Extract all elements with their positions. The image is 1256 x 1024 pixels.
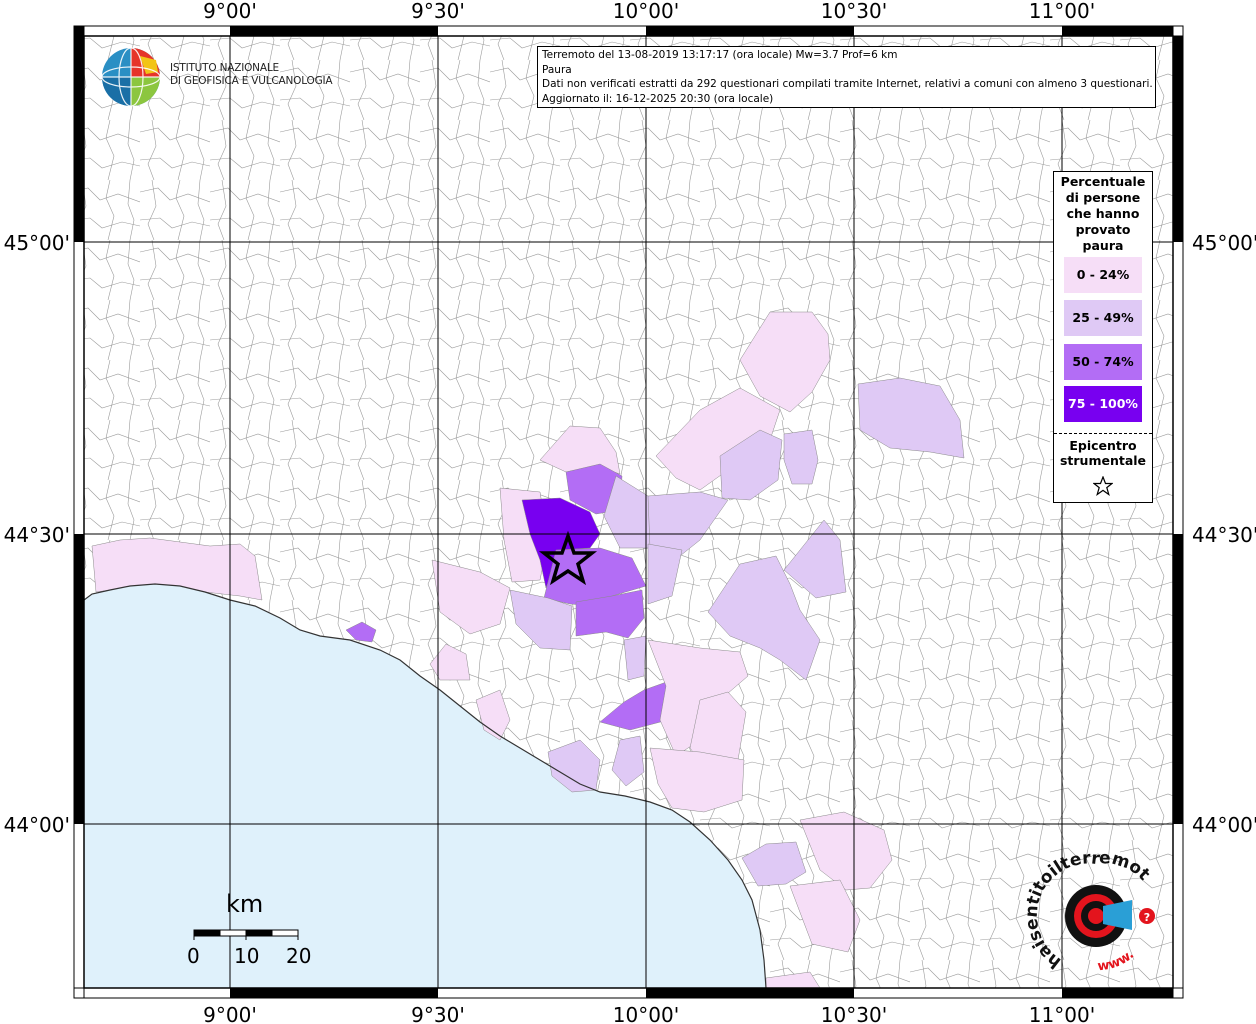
x-tick-label: 9°30' [411, 0, 465, 23]
legend-title: Percentuale di persone che hanno provato… [1054, 174, 1152, 254]
intensity-map: 9°00' 9°30' 10°00' 10°30' 11°00' 9°00' 9… [0, 0, 1256, 1024]
legend-title-line: provato [1075, 222, 1131, 237]
x-tick-label: 9°30' [411, 1003, 465, 1024]
y-tick-labels-left: 45°00' 44°30' 44°00' [4, 231, 70, 837]
y-tick-labels-right: 45°00' 44°30' 44°00' [1192, 231, 1256, 837]
event-info-line: Dati non verificati estratti da 292 ques… [542, 78, 1153, 90]
scale-label: 10 [234, 944, 260, 968]
legend-epicenter-line: Epicentro [1069, 438, 1137, 453]
scale-label: 0 [187, 944, 200, 968]
legend-item: 75 - 100% [1064, 386, 1142, 422]
legend-title-line: paura [1082, 238, 1124, 253]
y-tick-label: 44°00' [1192, 813, 1256, 837]
x-tick-label: 10°30' [821, 0, 887, 23]
y-tick-label: 44°30' [4, 523, 70, 547]
legend-star-icon [1093, 476, 1113, 496]
x-tick-label: 11°00' [1029, 0, 1095, 23]
legend-item: 25 - 49% [1064, 300, 1142, 336]
y-tick-label: 45°00' [1192, 231, 1256, 255]
svg-text:?: ? [1144, 911, 1150, 924]
event-info-line: Paura [542, 63, 572, 76]
event-info-line: Terremoto del 13-08-2019 13:17:17 (ora l… [542, 49, 898, 61]
legend-title-line: che hanno [1066, 206, 1140, 221]
x-tick-labels-top: 9°00' 9°30' 10°00' 10°30' 11°00' [203, 0, 1095, 23]
x-tick-label: 11°00' [1029, 1003, 1095, 1024]
legend-title-line: Percentuale [1060, 174, 1146, 189]
x-tick-label: 10°30' [821, 1003, 887, 1024]
legend-item: 50 - 74% [1064, 344, 1142, 380]
x-tick-label: 10°00' [613, 0, 679, 23]
y-tick-label: 45°00' [4, 231, 70, 255]
ingv-name-line2: DI GEOFISICA E VULCANOLOGIA [170, 75, 333, 87]
commune-25-49 [783, 429, 819, 485]
ingv-logo-icon [101, 47, 161, 107]
legend-title-line: di persone [1065, 190, 1141, 205]
x-tick-label: 9°00' [203, 0, 257, 23]
x-tick-label: 9°00' [203, 1003, 257, 1024]
scale-label: 20 [286, 944, 312, 968]
legend-item: 0 - 24% [1064, 257, 1142, 293]
x-tick-label: 10°00' [613, 1003, 679, 1024]
x-tick-labels-bottom: 9°00' 9°30' 10°00' 10°30' 11°00' [203, 1003, 1095, 1024]
event-info-box: Terremoto del 13-08-2019 13:17:17 (ora l… [537, 46, 1156, 108]
legend-epicenter-label: Epicentro strumentale [1054, 438, 1152, 468]
y-tick-label: 44°00' [4, 813, 70, 837]
ingv-name: ISTITUTO NAZIONALE DI GEOFISICA E VULCAN… [170, 62, 333, 88]
scale-unit: km [226, 890, 264, 918]
legend-divider [1054, 433, 1152, 434]
event-info-line: Aggiornato il: 16-12-2025 20:30 (ora loc… [542, 92, 774, 105]
y-tick-label: 44°30' [1192, 523, 1256, 547]
commune-25-49 [623, 635, 647, 681]
legend-epicenter-line: strumentale [1059, 453, 1147, 468]
legend: Percentuale di persone che hanno provato… [1053, 171, 1153, 503]
ingv-name-line1: ISTITUTO NAZIONALE [170, 62, 279, 74]
